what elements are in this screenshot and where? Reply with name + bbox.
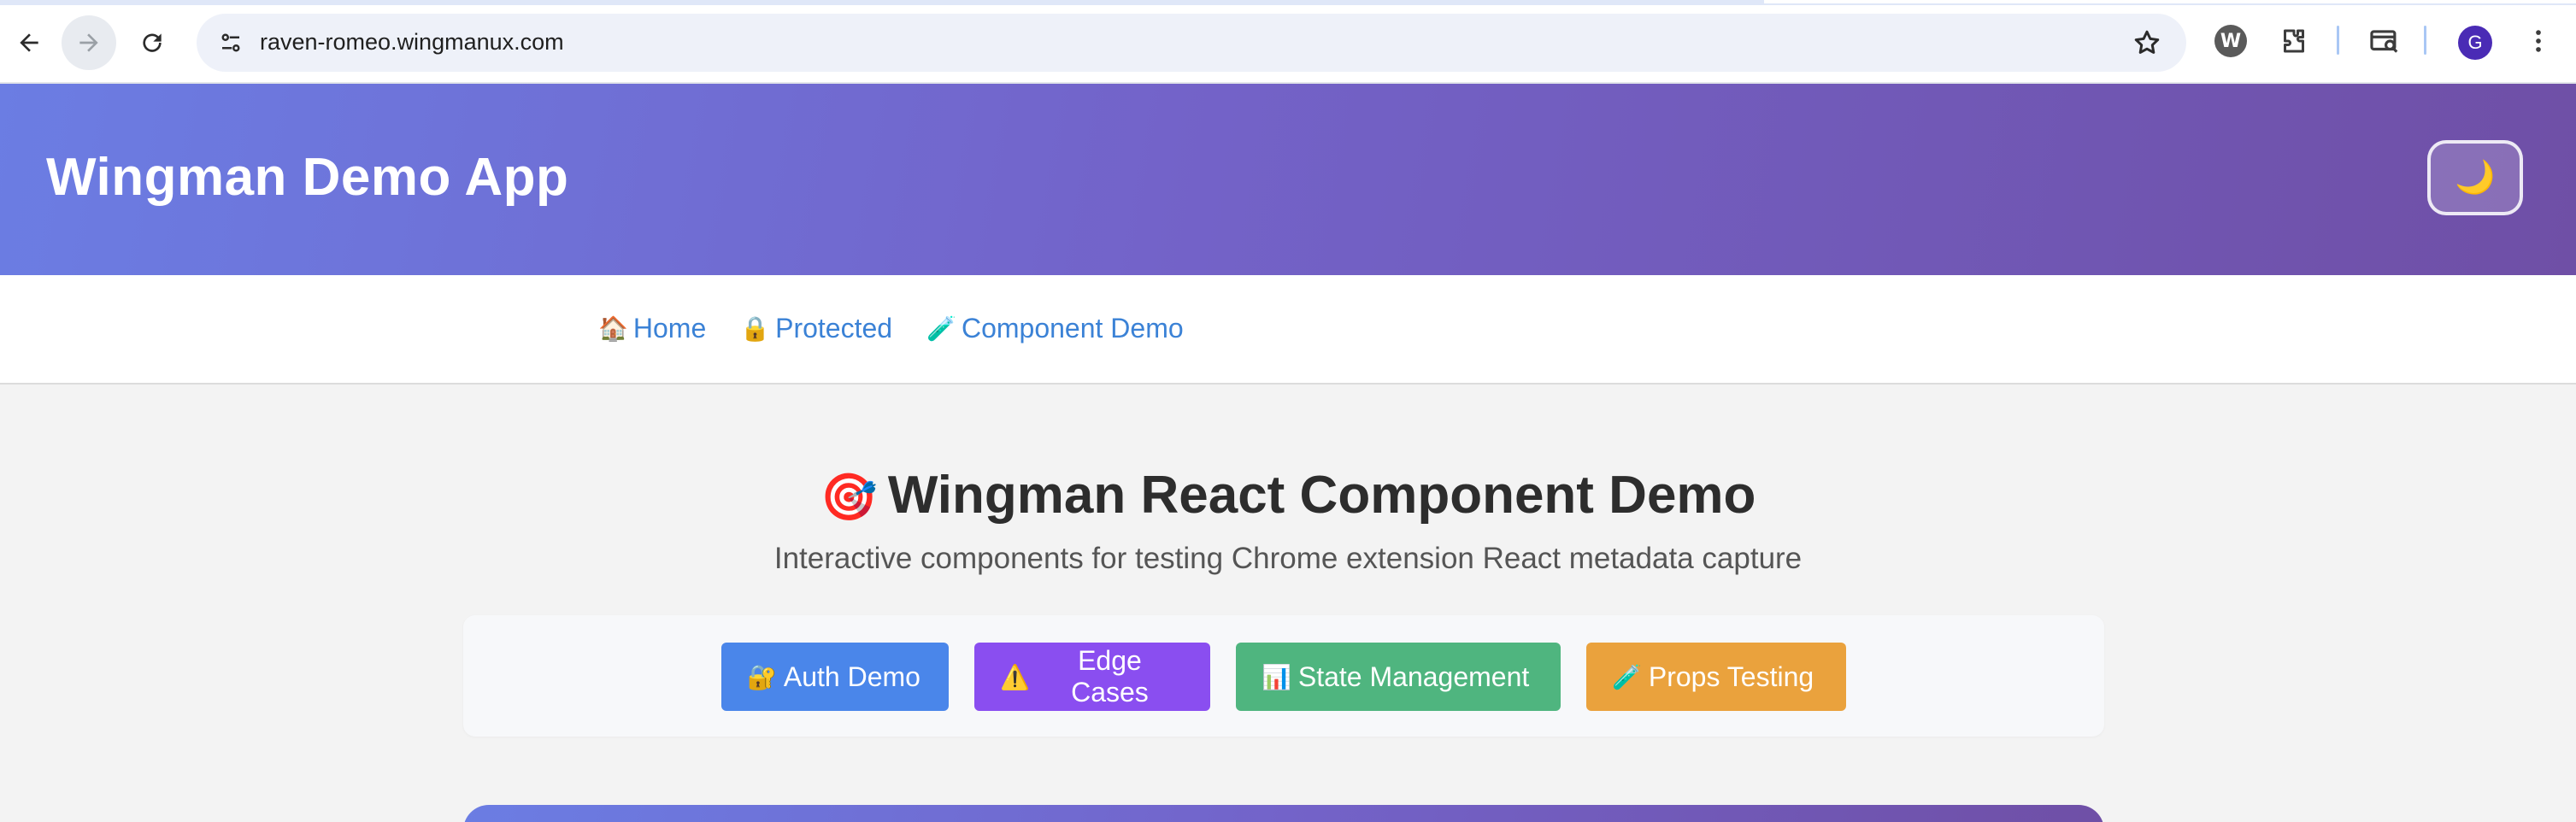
page-subtitle: Interactive components for testing Chrom…	[773, 542, 1803, 575]
forward-button[interactable]	[62, 15, 116, 70]
browser-toolbar: raven-romeo.wingmanux.com W G	[0, 0, 2576, 84]
url-text[interactable]: raven-romeo.wingmanux.com	[260, 29, 564, 56]
target-icon: 🎯	[820, 472, 878, 523]
demo-button-panel: 🔐 Auth Demo ⚠️ Edge Cases 📊 State Manage…	[463, 615, 2104, 737]
main-nav: 🏠 Home 🔒 Protected 🧪 Component Demo	[0, 275, 2576, 385]
nav-link-label: Home	[632, 313, 707, 343]
state-management-button[interactable]: 📊 State Management	[1236, 643, 1561, 711]
house-icon: 🏠	[598, 315, 628, 342]
menu-kebab-icon[interactable]	[2521, 24, 2555, 58]
reload-icon	[143, 33, 162, 52]
site-info-icon[interactable]	[214, 26, 248, 60]
app-header: Wingman Demo App 🌙	[0, 84, 2576, 275]
app-title: Wingman Demo App	[46, 148, 569, 207]
button-label: Props Testing	[1648, 661, 1814, 692]
auth-demo-button[interactable]: 🔐 Auth Demo	[721, 643, 949, 711]
address-bar[interactable]: raven-romeo.wingmanux.com	[197, 14, 2186, 72]
locked-key-icon: 🔐	[747, 663, 777, 690]
demo-content-card	[463, 805, 2104, 822]
test-tube-icon: 🧪	[926, 315, 956, 342]
warning-icon: ⚠️	[1000, 663, 1030, 690]
nav-link-label: Protected	[775, 313, 893, 343]
forward-icon	[79, 33, 98, 52]
toolbar-divider	[2337, 26, 2339, 55]
reload-button[interactable]	[125, 15, 179, 70]
button-label: State Management	[1297, 661, 1530, 692]
theme-toggle-button[interactable]: 🌙	[2427, 140, 2523, 215]
nav-link-protected[interactable]: 🔒 Protected	[740, 313, 892, 344]
props-testing-button[interactable]: 🧪 Props Testing	[1586, 643, 1846, 711]
bar-chart-icon: 📊	[1262, 663, 1291, 690]
nav-link-label: Component Demo	[961, 313, 1184, 343]
toolbar-divider	[2424, 26, 2426, 55]
lock-icon: 🔒	[740, 315, 771, 342]
moon-icon: 🌙	[2455, 160, 2496, 196]
back-button[interactable]	[2, 15, 56, 70]
nav-link-component-demo[interactable]: 🧪 Component Demo	[926, 313, 1184, 344]
page-title-text: Wingman React Component Demo	[887, 466, 1756, 525]
tab-search-icon[interactable]	[2367, 24, 2402, 58]
bookmark-star-icon[interactable]	[2132, 27, 2162, 58]
active-tab-edge	[1764, 0, 2576, 3]
extensions-puzzle-icon[interactable]	[2277, 24, 2311, 58]
page-title: 🎯 Wingman React Component Demo	[0, 465, 2576, 525]
button-label: Auth Demo	[783, 661, 920, 692]
nav-link-home[interactable]: 🏠 Home	[598, 313, 706, 344]
test-tube-icon: 🧪	[1612, 663, 1642, 690]
back-icon	[20, 33, 38, 52]
button-label: Edge Cases	[1071, 645, 1149, 708]
profile-avatar[interactable]: G	[2458, 26, 2492, 60]
wingman-extension-icon[interactable]: W	[2214, 24, 2248, 58]
edge-cases-button[interactable]: ⚠️ Edge Cases	[974, 643, 1210, 711]
